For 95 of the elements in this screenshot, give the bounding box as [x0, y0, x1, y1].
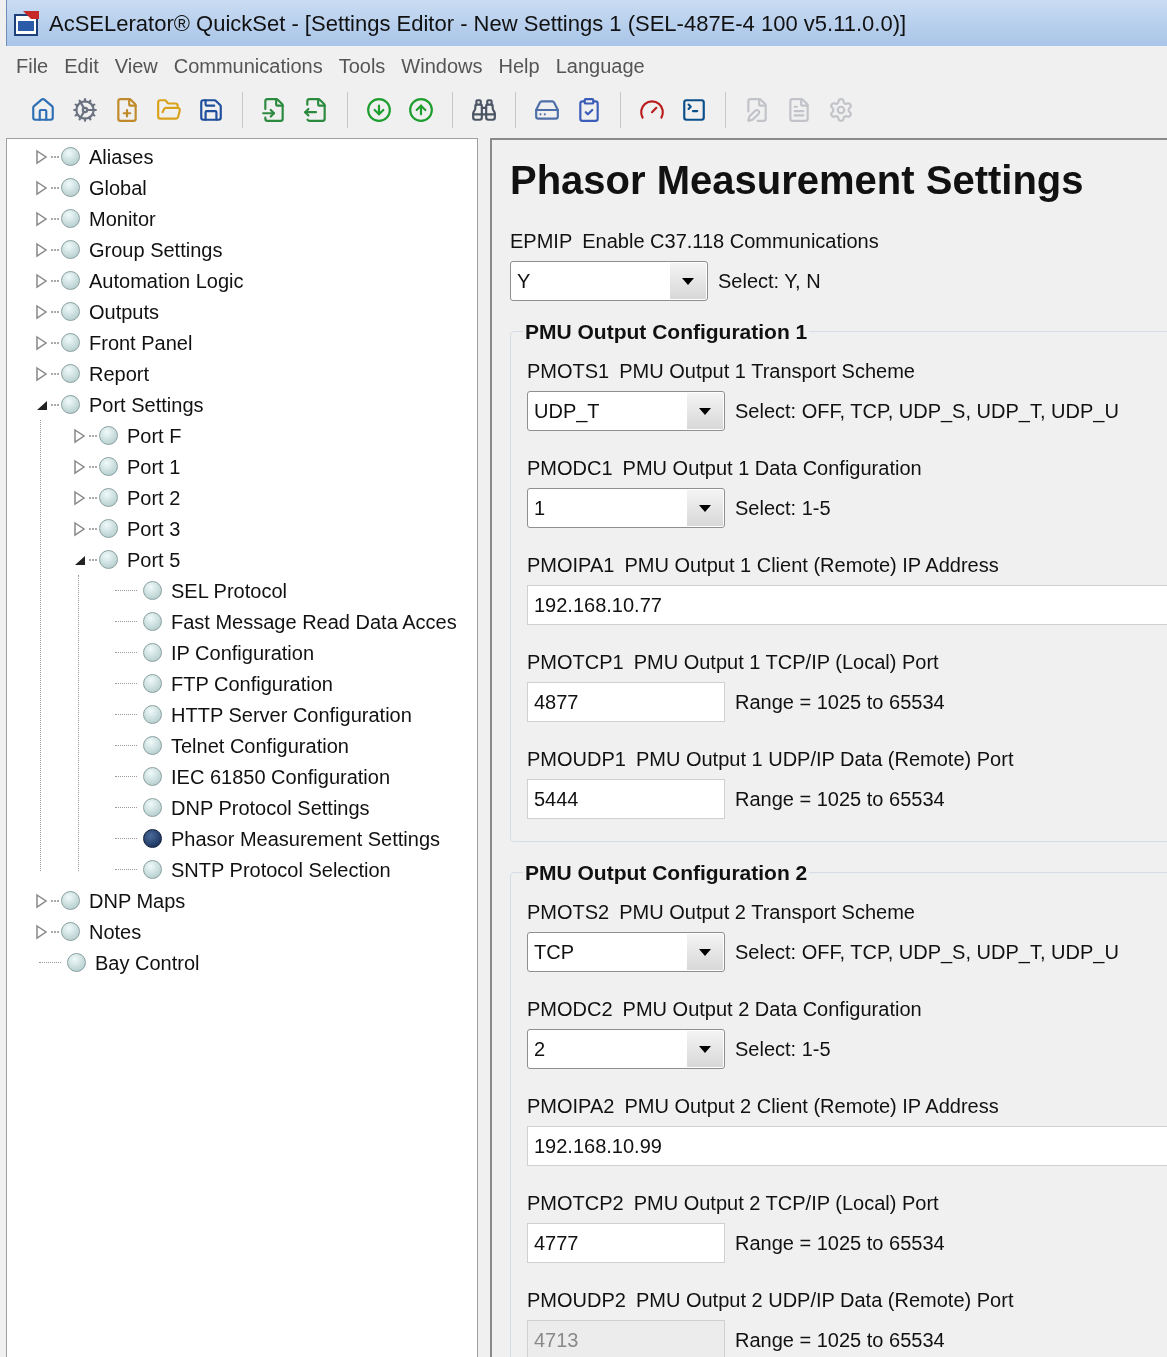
setting-code: PMODC2: [527, 997, 613, 1022]
tree-item-label[interactable]: Notes: [89, 916, 142, 947]
setting-hint: Range = 1025 to 65534: [735, 1328, 945, 1353]
dropdown[interactable]: UDP_T: [527, 391, 725, 431]
setting-label: PMU Output 2 Client (Remote) IP Address: [624, 1094, 999, 1119]
drive-icon: [534, 97, 560, 123]
tree-item-label[interactable]: Telnet Configuration: [171, 730, 349, 761]
export-document-icon: [303, 97, 329, 123]
setting-label: PMU Output 1 Client (Remote) IP Address: [624, 553, 999, 578]
home-icon: [30, 97, 56, 123]
terminal-icon: [681, 97, 707, 123]
setting-label: PMU Output 1 TCP/IP (Local) Port: [633, 650, 939, 675]
setting-label: PMU Output 2 Data Configuration: [622, 997, 922, 1022]
settings-icon: [828, 97, 854, 123]
clipboard-check-icon: [576, 97, 602, 123]
text-field[interactable]: 5444: [527, 779, 725, 819]
tree-item-label[interactable]: FTP Configuration: [171, 668, 333, 699]
tree-item-label[interactable]: Automation Logic: [89, 265, 244, 296]
tree-item-label[interactable]: Global: [89, 172, 147, 203]
tree-item-label[interactable]: SEL Protocol: [171, 575, 287, 606]
text-field[interactable]: 4777: [527, 1223, 725, 1263]
tree-item-label[interactable]: Port 1: [127, 451, 181, 482]
setting-label: PMU Output 1 Data Configuration: [622, 456, 922, 481]
gears-icon: [72, 97, 98, 123]
window-title: AcSELerator® QuickSet - [Settings Editor - New Settings 1 (SEL-487E-4 100 v5.11.0.0)]: [49, 9, 907, 38]
setting-code: PMOTCP2: [527, 1191, 624, 1216]
tree-item-label[interactable]: Aliases: [89, 141, 154, 172]
setting-code: PMODC1: [527, 456, 613, 481]
folder-icon: [156, 97, 182, 123]
menu-item[interactable]: View: [114, 51, 158, 81]
setting-hint: Range = 1025 to 65534: [735, 787, 945, 812]
menu-item[interactable]: Language: [555, 51, 645, 81]
tree-item-label[interactable]: Group Settings: [89, 234, 223, 265]
document-icon: [786, 97, 812, 123]
tree-item-label[interactable]: IP Configuration: [171, 637, 315, 668]
dropdown[interactable]: Y: [510, 261, 708, 301]
tree-item-label[interactable]: HTTP Server Configuration: [171, 699, 412, 730]
setting-label: PMU Output 2 Transport Scheme: [619, 900, 915, 925]
setting-hint: Select: 1-5: [735, 496, 831, 521]
setting-code: PMOUDP2: [527, 1288, 626, 1313]
setting-label: PMU Output 2 TCP/IP (Local) Port: [633, 1191, 939, 1216]
setting-hint: Range = 1025 to 65534: [735, 1231, 945, 1256]
dropdown[interactable]: 2: [527, 1029, 725, 1069]
setting-code: PMOUDP1: [527, 747, 626, 772]
setting-code: PMOIPA2: [527, 1094, 615, 1119]
tree-item-label[interactable]: Port F: [127, 420, 182, 451]
setting-code: EPMIP: [510, 229, 573, 254]
tree-item-label[interactable]: DNP Maps: [89, 885, 186, 916]
setting-hint: Select: OFF, TCP, UDP_S, UDP_T, UDP_U: [735, 940, 1119, 966]
menu-item[interactable]: Tools: [338, 51, 386, 81]
edit-document-icon: [744, 97, 770, 123]
binoculars-icon: [471, 97, 497, 123]
tree-item-label[interactable]: Phasor Measurement Settings: [171, 823, 441, 854]
text-field[interactable]: 192.168.10.99: [527, 1126, 1167, 1166]
setting-hint: Select: OFF, TCP, UDP_S, UDP_T, UDP_U: [735, 399, 1119, 425]
tree-item-label[interactable]: Port 5: [127, 544, 181, 575]
new-document-icon: [114, 97, 140, 123]
menu-item[interactable]: Windows: [401, 51, 483, 81]
app-icon: [13, 9, 41, 37]
import-document-icon: [261, 97, 287, 123]
setting-hint: Range = 1025 to 65534: [735, 690, 945, 715]
menu-item[interactable]: File: [16, 51, 49, 81]
download-icon: [366, 97, 392, 123]
setting-hint: Select: 1-5: [735, 1037, 831, 1062]
setting-code: PMOTS1: [527, 359, 610, 384]
setting-label: Enable C37.118 Communications: [582, 229, 879, 254]
text-field[interactable]: 4877: [527, 682, 725, 722]
save-icon: [198, 97, 224, 123]
page-title: Phasor Measurement Settings: [510, 157, 1085, 204]
menu-item[interactable]: Edit: [64, 51, 99, 81]
tree-item-label[interactable]: SNTP Protocol Selection: [171, 854, 391, 885]
tree-item-label[interactable]: Front Panel: [89, 327, 193, 358]
tree-item-label[interactable]: Report: [89, 358, 150, 389]
setting-code: PMOTCP1: [527, 650, 624, 675]
setting-hint: Select: Y, N: [718, 269, 821, 294]
upload-icon: [408, 97, 434, 123]
setting-code: PMOTS2: [527, 900, 610, 925]
dropdown[interactable]: TCP: [527, 932, 725, 972]
menu-item[interactable]: Help: [498, 51, 540, 81]
tree-item-label[interactable]: Port 3: [127, 513, 181, 544]
tree-item-label[interactable]: Fast Message Read Data Acces: [171, 606, 457, 637]
tree-item-label[interactable]: Port Settings: [89, 389, 204, 420]
tree-item-label[interactable]: Monitor: [89, 203, 156, 234]
tree-item-label[interactable]: IEC 61850 Configuration: [171, 761, 391, 792]
tree-item-label[interactable]: Outputs: [89, 296, 160, 327]
setting-label: PMU Output 1 UDP/IP Data (Remote) Port: [635, 747, 1014, 772]
tree-item-label[interactable]: Bay Control: [95, 947, 200, 978]
setting-label: PMU Output 1 Transport Scheme: [619, 359, 915, 384]
menu-item[interactable]: Communications: [173, 51, 323, 81]
setting-code: PMOIPA1: [527, 553, 615, 578]
tree-item-label[interactable]: Port 2: [127, 482, 181, 513]
setting-label: PMU Output 2 UDP/IP Data (Remote) Port: [635, 1288, 1014, 1313]
text-field[interactable]: 192.168.10.77: [527, 585, 1167, 625]
dropdown[interactable]: 1: [527, 488, 725, 528]
tree-item-label[interactable]: DNP Protocol Settings: [171, 792, 370, 823]
